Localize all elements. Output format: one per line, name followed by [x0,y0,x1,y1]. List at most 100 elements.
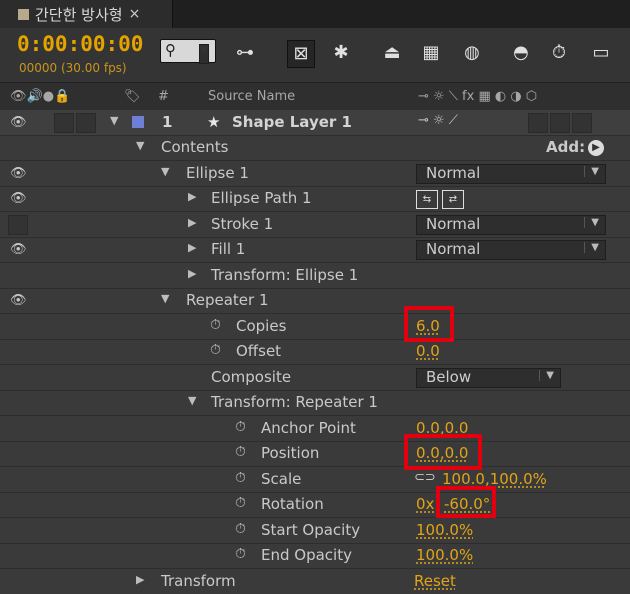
rotation-turns-value[interactable]: 0x [416,495,434,513]
shy-layers-icon[interactable]: ✱ [328,40,354,66]
ellipse-expand-triangle[interactable]: ▼ [161,165,169,178]
layer-name[interactable]: Shape Layer 1 [232,113,352,131]
ellipse-blend-mode-value: Normal [426,164,481,182]
stopwatch-icon[interactable]: ⏱ [210,317,221,333]
ellipse-group-label: Ellipse 1 [186,164,249,182]
start-opacity-row[interactable]: ⏱ Start Opacity 100.0% [0,518,630,544]
end-opacity-row[interactable]: ⏱ End Opacity 100.0% [0,543,630,569]
stopwatch-icon[interactable]: ⏱ [546,40,572,66]
brainstorm-icon[interactable]: ◓ [508,40,534,66]
contents-expand-triangle[interactable]: ▼ [136,139,144,152]
current-timecode[interactable]: 0:00:00:00 [17,32,143,56]
stopwatch-icon[interactable]: ⏱ [235,419,246,435]
fill-row[interactable]: 👁 ▶ Fill 1 Normal ▼ [0,237,630,263]
offset-value[interactable]: 0.0 [416,342,440,360]
stopwatch-icon[interactable]: ⏱ [235,495,246,511]
transform-reset-link[interactable]: Reset [414,572,456,590]
copies-row[interactable]: ⏱ Copies 6.0 [0,314,630,340]
stroke-label: Stroke 1 [211,215,274,233]
eye-icon[interactable]: 👁 [10,115,27,130]
graph-editor-icon[interactable]: ▭ [588,40,614,66]
3d-layer-switch[interactable] [572,113,592,133]
stopwatch-icon[interactable]: ⏱ [235,521,246,537]
eye-icon[interactable]: 👁 [10,293,27,308]
add-menu-button[interactable]: ▶ [588,140,604,156]
composite-select[interactable]: Below ▼ [416,368,561,388]
end-opacity-label: End Opacity [261,546,352,564]
layer-transform-label: Transform [161,572,236,590]
adjustment-switch[interactable] [550,113,570,133]
layer-switches[interactable]: ⊸ ☼ ⟋ [418,113,458,128]
contents-label: Contents [161,138,229,156]
hide-layers-icon[interactable]: ⏏ [379,40,405,66]
position-label: Position [261,444,320,462]
rotation-row[interactable]: ⏱ Rotation 0x -60.0° [0,492,630,518]
layer-row[interactable]: 👁 ▼ 1 ★ Shape Layer 1 ⊸ ☼ ⟋ [0,110,630,136]
ellipse-path-label: Ellipse Path 1 [211,189,312,207]
frame-blending-icon[interactable]: ▦ [418,40,444,66]
label-color-swatch[interactable] [132,116,144,128]
composite-row[interactable]: Composite Below ▼ [0,365,630,391]
transform-ellipse-row[interactable]: ▶ Transform: Ellipse 1 [0,263,630,289]
copies-highlight-box [404,306,454,342]
number-column-header: # [158,89,169,104]
stroke-expand-triangle[interactable]: ▶ [188,216,196,229]
stopwatch-icon[interactable]: ⏱ [235,470,246,486]
path-direction-reverse-icon[interactable]: ⇆ [416,190,438,209]
eye-icon[interactable]: 👁 [10,166,27,181]
search-icon: ⚲ [165,41,176,59]
stopwatch-icon[interactable]: ⏱ [235,546,246,562]
eye-icon[interactable]: 👁 [10,242,27,257]
fill-expand-triangle[interactable]: ▶ [188,241,196,254]
stopwatch-icon[interactable]: ⏱ [235,444,246,460]
fill-blend-mode-value: Normal [426,240,481,258]
repeater-group-row[interactable]: 👁 ▼ Repeater 1 [0,288,630,314]
repeater-expand-triangle[interactable]: ▼ [161,292,169,305]
stroke-blend-mode-select[interactable]: Normal ▼ [416,215,606,235]
close-icon[interactable]: × [129,6,141,22]
ellipse-path-expand-triangle[interactable]: ▶ [188,190,196,203]
chevron-down-icon: ▼ [539,370,554,381]
transform-repeater-expand-triangle[interactable]: ▼ [188,394,196,407]
scale-label: Scale [261,470,302,488]
position-highlight-box [404,434,482,470]
search-input[interactable]: ⚲ ▼ [160,39,216,64]
motion-blur-switch[interactable] [528,113,548,133]
anchor-point-row[interactable]: ⏱ Anchor Point 0.0,0.0 [0,416,630,442]
constrain-proportions-link-icon[interactable]: ⊂⊃ [414,470,436,485]
label-column-icon[interactable]: 🏷 [124,89,141,104]
offset-row[interactable]: ⏱ Offset 0.0 [0,339,630,365]
eye-icon[interactable]: 👁 [10,191,27,206]
rotation-highlight-box [436,486,496,518]
start-opacity-value[interactable]: 100.0% [416,521,473,539]
contents-row[interactable]: ▼ Contents Add: ▶ [0,135,630,161]
path-direction-forward-icon[interactable]: ⇄ [442,190,464,209]
scale-row[interactable]: ⏱ Scale ⊂⊃ 100.0,100.0% [0,467,630,493]
source-name-column-header[interactable]: Source Name [208,89,295,104]
transform-ellipse-label: Transform: Ellipse 1 [211,266,359,284]
motion-blur-icon[interactable]: ◍ [459,40,485,66]
layer-expand-triangle[interactable]: ▼ [110,114,118,127]
ellipse-group-row[interactable]: 👁 ▼ Ellipse 1 Normal ▼ [0,161,630,187]
transform-repeater-row[interactable]: ▼ Transform: Repeater 1 [0,390,630,416]
ellipse-path-row[interactable]: 👁 ▶ Ellipse Path 1 ⇆ ⇄ [0,186,630,212]
composition-mini-flowchart-icon[interactable]: ⊶ [232,40,258,66]
layer-number: 1 [162,113,173,131]
av-features-icon[interactable]: 👁🔊●🔒 [10,89,70,104]
ellipse-blend-mode-select[interactable]: Normal ▼ [416,164,606,184]
draft-3d-icon[interactable]: ⊠ [287,40,315,68]
composition-tab[interactable]: 간단한 방사형 × [0,0,173,28]
copies-label: Copies [236,317,287,335]
end-opacity-value[interactable]: 100.0% [416,546,473,564]
audio-switch[interactable] [54,113,74,133]
transform-ellipse-expand-triangle[interactable]: ▶ [188,267,196,280]
position-row[interactable]: ⏱ Position 0.0,0.0 [0,441,630,467]
stopwatch-icon[interactable]: ⏱ [210,342,221,358]
visibility-switch-empty[interactable] [8,215,28,235]
solo-switch[interactable] [76,113,96,133]
fill-label: Fill 1 [211,240,246,258]
fill-blend-mode-select[interactable]: Normal ▼ [416,240,606,260]
layer-transform-row[interactable]: ▶ Transform Reset [0,569,630,594]
layer-transform-expand-triangle[interactable]: ▶ [136,573,144,586]
stroke-row[interactable]: ▶ Stroke 1 Normal ▼ [0,212,630,238]
